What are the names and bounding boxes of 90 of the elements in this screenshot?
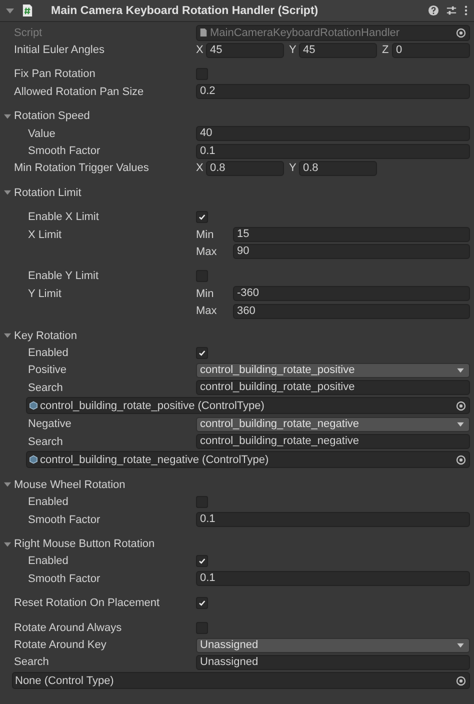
caret-icon [457,422,464,427]
checkmark-icon [197,598,207,608]
section-label[interactable]: Rotation Limit [14,186,82,199]
min-label: Min [196,228,215,241]
document-icon [199,28,208,38]
foldout-arrow-icon[interactable] [4,540,11,548]
foldout-arrow-icon[interactable] [4,481,11,488]
input-field[interactable]: Unassigned [196,654,470,670]
checkbox[interactable] [196,555,208,568]
field-label: Enable Y Limit [28,270,99,282]
field-label: Fix Pan Rotation [14,68,96,80]
field-label: Search [14,656,49,668]
field-label: Smooth Factor [28,572,100,585]
object-field[interactable]: control_building_rotate_positive (ControlType) [26,397,470,414]
number-field[interactable]: -360 [233,286,470,302]
field-label: Y Limit [28,288,62,300]
cube-icon [29,455,38,464]
component-title: Main Camera Keyboard Rotation Handler (Script) [51,4,318,16]
dropdown[interactable]: control_building_rotate_negative [196,416,470,432]
object-field[interactable]: control_building_rotate_negative (ControlType) [26,451,470,468]
checkbox[interactable] [196,211,208,224]
field-label: Reset Rotation On Placement [14,597,160,610]
field-label: Search [28,382,63,394]
checkbox[interactable] [196,597,208,610]
section-label[interactable]: Mouse Wheel Rotation [14,478,126,491]
axis-label: Y [289,162,298,174]
number-field[interactable]: 45 [299,42,377,58]
script-icon [22,4,33,17]
object-picker-icon[interactable] [456,454,466,465]
more-options-icon[interactable] [464,5,468,16]
checkbox[interactable] [196,346,208,359]
object-field[interactable]: None (Control Type) [12,672,470,690]
field-label: Min Rotation Trigger Values [14,162,149,174]
settings-sliders-icon[interactable] [446,5,457,16]
field-label: Rotate Around Always [14,622,122,634]
input-field[interactable]: 0.1 [196,144,470,159]
field-label: Enable X Limit [28,211,99,224]
field-label: Smooth Factor [28,514,100,526]
field-label: Search [28,436,63,448]
max-label: Max [196,305,218,318]
section-label[interactable]: Key Rotation [14,330,77,342]
caret-icon [457,642,464,648]
field-label: Positive [28,364,67,376]
input-field[interactable]: 0.1 [196,571,470,586]
cube-icon [29,401,38,410]
foldout-arrow-icon[interactable] [4,332,11,340]
foldout-arrow-icon[interactable] [4,112,11,120]
number-field[interactable]: 90 [233,244,470,260]
field-label: Enabled [28,496,68,508]
field-label: Enabled [28,555,68,568]
field-label: Enabled [28,346,68,359]
field-label: X Limit [28,228,62,241]
field-label: Initial Euler Angles [14,44,104,56]
object-picker-icon[interactable] [456,676,466,686]
field-label: Script [14,26,42,39]
object-picker-icon[interactable] [456,28,466,38]
axis-label: Z [382,44,390,56]
number-field[interactable]: 45 [206,42,284,58]
field-label: Value [28,128,56,140]
number-field[interactable]: 0.8 [299,160,377,176]
axis-label: Y [289,44,298,56]
foldout-arrow-icon[interactable] [6,6,14,14]
foldout-arrow-icon[interactable] [4,189,11,196]
input-field[interactable]: control_building_rotate_negative [196,434,470,449]
field-label: Smooth Factor [28,145,100,158]
caret-icon [457,368,464,373]
help-icon[interactable] [428,5,439,16]
number-field[interactable]: 360 [233,304,470,319]
field-label: Rotate Around Key [14,639,106,652]
checkmark-icon [197,348,207,358]
input-field[interactable]: 0.2 [196,84,470,100]
max-label: Max [196,246,218,258]
min-label: Min [196,288,215,300]
section-label[interactable]: Rotation Speed [14,110,90,122]
axis-label: X [196,44,204,56]
dropdown[interactable]: Unassigned [196,638,470,653]
dropdown[interactable]: control_building_rotate_positive [196,362,470,378]
object-picker-icon[interactable] [456,400,466,411]
number-field[interactable]: 0 [392,42,470,58]
field-label: Allowed Rotation Pan Size [14,86,144,98]
checkmark-icon [197,212,207,222]
input-field[interactable]: 40 [196,126,470,142]
field-label: Negative [28,418,72,430]
number-field[interactable]: 0.8 [206,160,284,176]
input-field[interactable]: control_building_rotate_positive [196,380,470,396]
number-field[interactable]: 15 [233,227,470,242]
section-label[interactable]: Right Mouse Button Rotation [14,538,155,550]
axis-label: X [196,162,204,174]
checkmark-icon [197,556,207,566]
input-field[interactable]: 0.1 [196,512,470,528]
